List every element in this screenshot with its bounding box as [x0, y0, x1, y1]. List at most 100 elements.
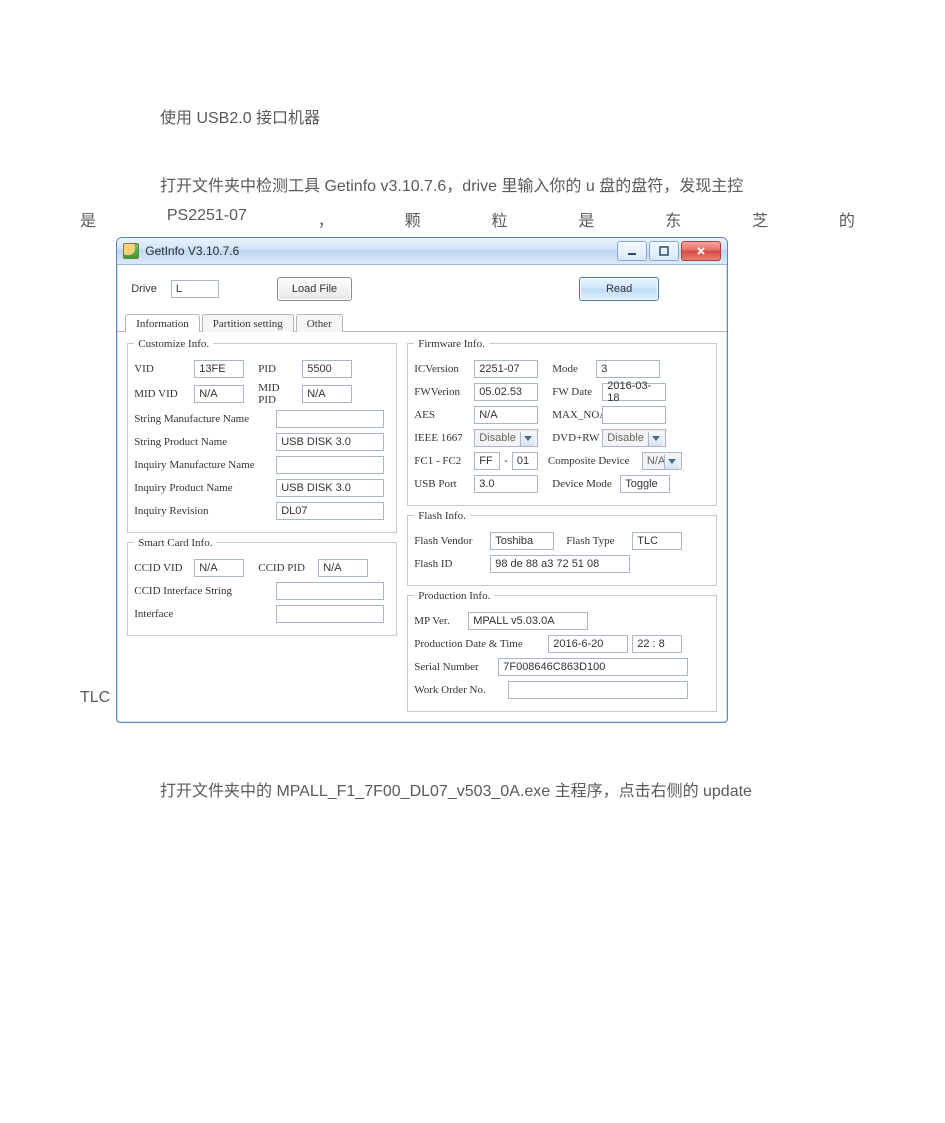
flash-id-field[interactable]: 98 de 88 a3 72 51 08	[490, 555, 630, 573]
document-page: 使用 USB2.0 接口机器 打开文件夹中检测工具 Getinfo v3.10.…	[0, 0, 945, 851]
paragraph-1: 使用 USB2.0 接口机器	[160, 100, 865, 138]
mode-label: Mode	[552, 363, 592, 375]
fc2-field[interactable]: 01	[512, 452, 538, 470]
string-mfg-label: String Manufacture Name	[134, 413, 272, 425]
midpid-field[interactable]: N/A	[302, 385, 352, 403]
fwdate-field[interactable]: 2016-03-18	[602, 383, 666, 401]
string-prod-label: String Product Name	[134, 436, 272, 448]
string-prod-field[interactable]: USB DISK 3.0	[276, 433, 384, 451]
ccidvid-field[interactable]: N/A	[194, 559, 244, 577]
fc-label: FC1 - FC2	[414, 455, 470, 467]
aes-label: AES	[414, 409, 470, 421]
jw-2: ，	[318, 207, 334, 231]
devmode-field[interactable]: Toggle	[620, 475, 670, 493]
inquiry-mfg-field[interactable]	[276, 456, 384, 474]
ccidpid-field[interactable]: N/A	[318, 559, 368, 577]
workorder-field[interactable]	[508, 681, 688, 699]
chevron-down-icon	[652, 436, 660, 441]
tab-content: Customize Info. VID 13FE PID 5500 MID VI…	[117, 332, 727, 722]
getinfo-window: GetInfo V3.10.7.6 Drive L Loa	[116, 237, 728, 723]
ieee-label: IEEE 1667	[414, 432, 470, 444]
minimize-icon	[627, 246, 637, 256]
mode-field[interactable]: 3	[596, 360, 660, 378]
compdev-label: Composite Device	[548, 455, 638, 467]
right-column: Firmware Info. ICVersion 2251-07 Mode 3 …	[407, 338, 717, 712]
ccidifs-label: CCID Interface String	[134, 585, 272, 597]
toolbar: Drive L Load File Read	[117, 265, 727, 311]
fc1-field[interactable]: FF	[474, 452, 500, 470]
pid-label: PID	[258, 363, 298, 375]
dvdrw-label: DVD+RW	[552, 432, 598, 444]
serial-field[interactable]: 7F008646C863D100	[498, 658, 688, 676]
firmware-info-group: Firmware Info. ICVersion 2251-07 Mode 3 …	[407, 338, 717, 506]
maxnoa-label: MAX_NOA	[552, 409, 598, 421]
paragraph-2a: 打开文件夹中检测工具 Getinfo v3.10.7.6，drive 里输入你的…	[160, 168, 865, 206]
ccidvid-label: CCID VID	[134, 562, 190, 574]
inquiry-rev-field[interactable]: DL07	[276, 502, 384, 520]
vid-label: VID	[134, 363, 190, 375]
drive-input[interactable]: L	[171, 280, 219, 298]
midvid-field[interactable]: N/A	[194, 385, 244, 403]
left-column: Customize Info. VID 13FE PID 5500 MID VI…	[127, 338, 397, 712]
vid-field[interactable]: 13FE	[194, 360, 244, 378]
fwdate-label: FW Date	[552, 386, 598, 398]
tab-partition-setting[interactable]: Partition setting	[202, 314, 294, 332]
window-title: GetInfo V3.10.7.6	[145, 244, 617, 258]
usbport-field[interactable]: 3.0	[474, 475, 538, 493]
paragraph-3: 打开文件夹中的 MPALL_F1_7F00_DL07_v503_0A.exe 主…	[160, 773, 865, 811]
flash-vendor-field[interactable]: Toshiba	[490, 532, 554, 550]
aes-field[interactable]: N/A	[474, 406, 538, 424]
dvdrw-value: Disable	[607, 432, 644, 444]
inquiry-prod-field[interactable]: USB DISK 3.0	[276, 479, 384, 497]
window-titlebar[interactable]: GetInfo V3.10.7.6	[117, 238, 727, 265]
customize-info-group: Customize Info. VID 13FE PID 5500 MID VI…	[127, 338, 397, 533]
fc-dash: -	[504, 455, 508, 467]
jw-1: PS2251-07	[167, 207, 247, 231]
serial-label: Serial Number	[414, 661, 494, 673]
app-icon	[123, 243, 139, 259]
jw-3: 颗	[405, 207, 421, 231]
jw-8: 的	[839, 207, 855, 231]
paragraph-2b: 是 PS2251-07 ， 颗 粒 是 东 芝 的	[80, 207, 855, 231]
read-button[interactable]: Read	[579, 277, 659, 301]
smartcard-legend: Smart Card Info.	[134, 537, 216, 549]
firmware-legend: Firmware Info.	[414, 338, 489, 350]
proddate-label: Production Date & Time	[414, 638, 544, 650]
flash-type-label: Flash Type	[566, 535, 628, 547]
proddate-field[interactable]: 2016-6-20	[548, 635, 628, 653]
maximize-button[interactable]	[649, 241, 679, 261]
jw-5: 是	[578, 207, 594, 231]
ieee-combo[interactable]: Disable	[474, 429, 538, 447]
string-mfg-field[interactable]	[276, 410, 384, 428]
ieee-value: Disable	[479, 432, 516, 444]
flash-type-field[interactable]: TLC	[632, 532, 682, 550]
flash-id-label: Flash ID	[414, 558, 486, 570]
fwver-field[interactable]: 05.02.53	[474, 383, 538, 401]
mpver-field[interactable]: MPALL v5.03.0A	[468, 612, 588, 630]
flash-info-group: Flash Info. Flash Vendor Toshiba Flash T…	[407, 510, 717, 586]
fwver-label: FWVerion	[414, 386, 470, 398]
midpid-label: MID PID	[258, 382, 298, 406]
ccidpid-label: CCID PID	[258, 562, 314, 574]
minimize-button[interactable]	[617, 241, 647, 261]
tab-bar: Information Partition setting Other	[117, 313, 727, 332]
ccidifs-field[interactable]	[276, 582, 384, 600]
close-button[interactable]	[681, 241, 721, 261]
screenshot-row: TLC GetInfo V3.10.7.6	[80, 237, 865, 723]
customize-legend: Customize Info.	[134, 338, 213, 350]
tab-other[interactable]: Other	[296, 314, 343, 332]
interface-field[interactable]	[276, 605, 384, 623]
tab-information[interactable]: Information	[125, 314, 200, 332]
icver-field[interactable]: 2251-07	[474, 360, 538, 378]
compdev-combo[interactable]: N/A	[642, 452, 682, 470]
prodtime-field[interactable]: 22 : 8	[632, 635, 682, 653]
flash-vendor-label: Flash Vendor	[414, 535, 486, 547]
maximize-icon	[659, 246, 669, 256]
dvdrw-combo[interactable]: Disable	[602, 429, 666, 447]
maxnoa-field[interactable]	[602, 406, 666, 424]
window-buttons	[617, 241, 721, 261]
load-file-button[interactable]: Load File	[277, 277, 352, 301]
usbport-label: USB Port	[414, 478, 470, 490]
pid-field[interactable]: 5500	[302, 360, 352, 378]
chevron-down-icon	[668, 459, 676, 464]
